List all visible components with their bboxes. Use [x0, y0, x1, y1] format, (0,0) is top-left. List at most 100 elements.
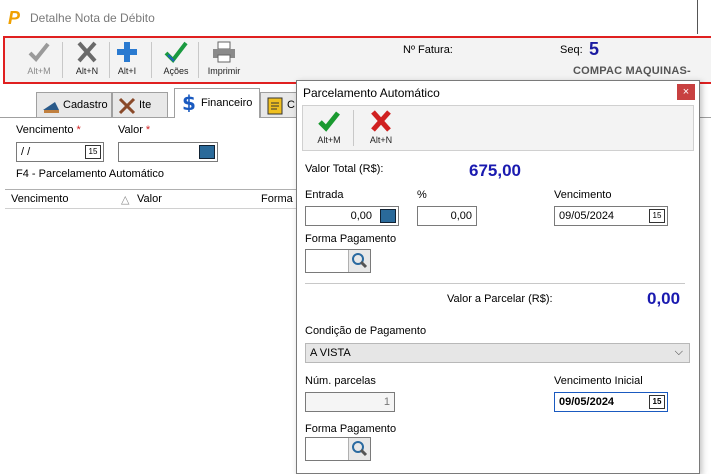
calendar-icon[interactable]: 15 [649, 395, 665, 409]
sort-icon: △ [121, 194, 130, 206]
svg-text:$: $ [182, 92, 196, 112]
parcelamento-hint: F4 - Parcelamento Automático [16, 168, 164, 180]
divider [305, 283, 685, 284]
plus-icon [117, 42, 137, 62]
toolbar-separator [198, 42, 199, 78]
search-icon[interactable] [348, 438, 370, 460]
print-button[interactable]: Imprimir [202, 40, 246, 80]
valor-input[interactable] [118, 142, 218, 162]
dialog-title: Parcelamento Automático [303, 86, 440, 100]
print-button-label: Imprimir [207, 66, 241, 76]
seq-value: 5 [589, 39, 600, 59]
actions-button-label: Ações [163, 66, 189, 76]
entrada-value: 0,00 [350, 210, 372, 222]
tab-itens[interactable]: Ite [112, 92, 168, 118]
window-title-bar: P Detalhe Nota de Débito [0, 0, 711, 34]
tab-cadastro[interactable]: Cadastro [36, 92, 112, 118]
dialog-toolbar: Alt+M Alt+N [302, 105, 694, 151]
dialog-title-bar: Parcelamento Automático × [297, 81, 699, 103]
dialog-confirm-label: Alt+M [317, 135, 341, 145]
valor-label: Valor * [118, 124, 150, 136]
dollar-icon: $ [182, 92, 196, 112]
required-mark: * [145, 124, 151, 136]
close-button[interactable]: × [677, 84, 695, 100]
cadastro-icon [43, 102, 59, 113]
insert-button[interactable]: Alt+I [105, 40, 149, 80]
condicao-value: A VISTA [310, 347, 351, 359]
check-icon [318, 111, 340, 132]
notes-icon [267, 97, 283, 115]
actions-icon [164, 41, 188, 64]
toolbar-separator [151, 42, 152, 78]
main-toolbar: Alt+M Alt+N Alt+I Ações Imprimir Nº Fatu… [3, 36, 711, 84]
num-parcelas-input[interactable]: 1 [305, 392, 395, 412]
search-icon[interactable] [348, 250, 370, 272]
calculator-icon[interactable] [199, 145, 215, 159]
dialog-cancel-label: Alt+N [369, 135, 393, 145]
parcelas-grid[interactable] [5, 189, 305, 474]
valor-total-value: 675,00 [469, 161, 521, 180]
vencimento-input[interactable]: 09/05/2024 15 [554, 206, 668, 226]
company-name: COMPAC MAQUINAS- [573, 65, 691, 77]
toolbar-separator [353, 110, 354, 146]
dialog-confirm-button[interactable]: Alt+M [307, 109, 351, 149]
vencimento-input[interactable]: / / 15 [16, 142, 104, 162]
chevron-down-icon: ⌵ [674, 346, 683, 358]
cancel-button[interactable]: Alt+N [65, 40, 109, 80]
col-vencimento[interactable]: Vencimento [11, 193, 68, 205]
condicao-select[interactable]: A VISTA ⌵ [305, 343, 690, 363]
grid-header: Vencimento △ Valor Forma [5, 189, 305, 209]
x-icon [77, 41, 97, 63]
valor-parcelar-label: Valor a Parcelar (R$): [447, 293, 553, 305]
col-forma[interactable]: Forma [261, 193, 293, 205]
vencimento-label: Vencimento * [16, 124, 81, 136]
vencimento-input-value: / / [21, 146, 31, 158]
tab-itens-label: Ite [139, 99, 152, 111]
tab-financeiro[interactable]: $ Financeiro [174, 88, 260, 118]
actions-button[interactable]: Ações [154, 40, 198, 80]
tools-icon [118, 97, 136, 115]
window-title: Detalhe Nota de Débito [30, 11, 155, 25]
entrada-label: Entrada [305, 189, 344, 201]
forma-pagamento-input[interactable] [305, 249, 371, 273]
entrada-input[interactable]: 0,00 [305, 206, 399, 226]
vencimento-label-text: Vencimento [16, 124, 74, 136]
parcelamento-dialog: Parcelamento Automático × Alt+M Alt+N Va… [296, 80, 700, 474]
calculator-icon[interactable] [380, 209, 396, 223]
calendar-icon[interactable]: 15 [649, 209, 665, 223]
toolbar-separator [62, 42, 63, 78]
x-icon [371, 110, 391, 132]
required-mark: * [76, 124, 81, 136]
seq-label: Seq: [560, 44, 583, 56]
insert-button-label: Alt+I [117, 66, 137, 76]
forma-pagamento-label: Forma Pagamento [305, 233, 397, 245]
tab-cadastro-label: Cadastro [63, 99, 108, 111]
vencimento-value: 09/05/2024 [559, 210, 615, 222]
vencimento-label: Vencimento [554, 189, 612, 201]
confirm-button-label: Alt+M [27, 66, 51, 76]
percent-value: 0,00 [450, 210, 472, 222]
fatura-label: Nº Fatura: [403, 44, 453, 56]
percent-label: % [417, 189, 427, 201]
calendar-icon[interactable]: 15 [85, 145, 101, 159]
tab-financeiro-label: Financeiro [201, 97, 253, 109]
valor-label-text: Valor [118, 124, 143, 136]
confirm-button[interactable]: Alt+M [17, 40, 61, 80]
valor-parcelar-value: 0,00 [647, 289, 681, 308]
app-logo: P [8, 8, 21, 28]
col-valor[interactable]: Valor [137, 193, 162, 205]
vencimento-inicial-input[interactable]: 09/05/2024 15 [554, 392, 668, 412]
valor-total-label: Valor Total (R$): [305, 163, 384, 175]
tab-observacoes[interactable]: C [260, 92, 300, 118]
vencimento-inicial-value: 09/05/2024 [559, 396, 615, 408]
cancel-button-label: Alt+N [75, 66, 99, 76]
check-icon [28, 42, 50, 62]
title-divider [697, 0, 698, 34]
dialog-cancel-button[interactable]: Alt+N [359, 109, 403, 149]
percent-input[interactable]: 0,00 [417, 206, 477, 226]
num-parcelas-value: 1 [383, 396, 390, 408]
forma-pagamento2-label: Forma Pagamento [305, 423, 397, 435]
forma-pagamento2-input[interactable] [305, 437, 371, 461]
vencimento-inicial-label: Vencimento Inicial [554, 375, 643, 387]
condicao-label: Condição de Pagamento [305, 325, 427, 337]
